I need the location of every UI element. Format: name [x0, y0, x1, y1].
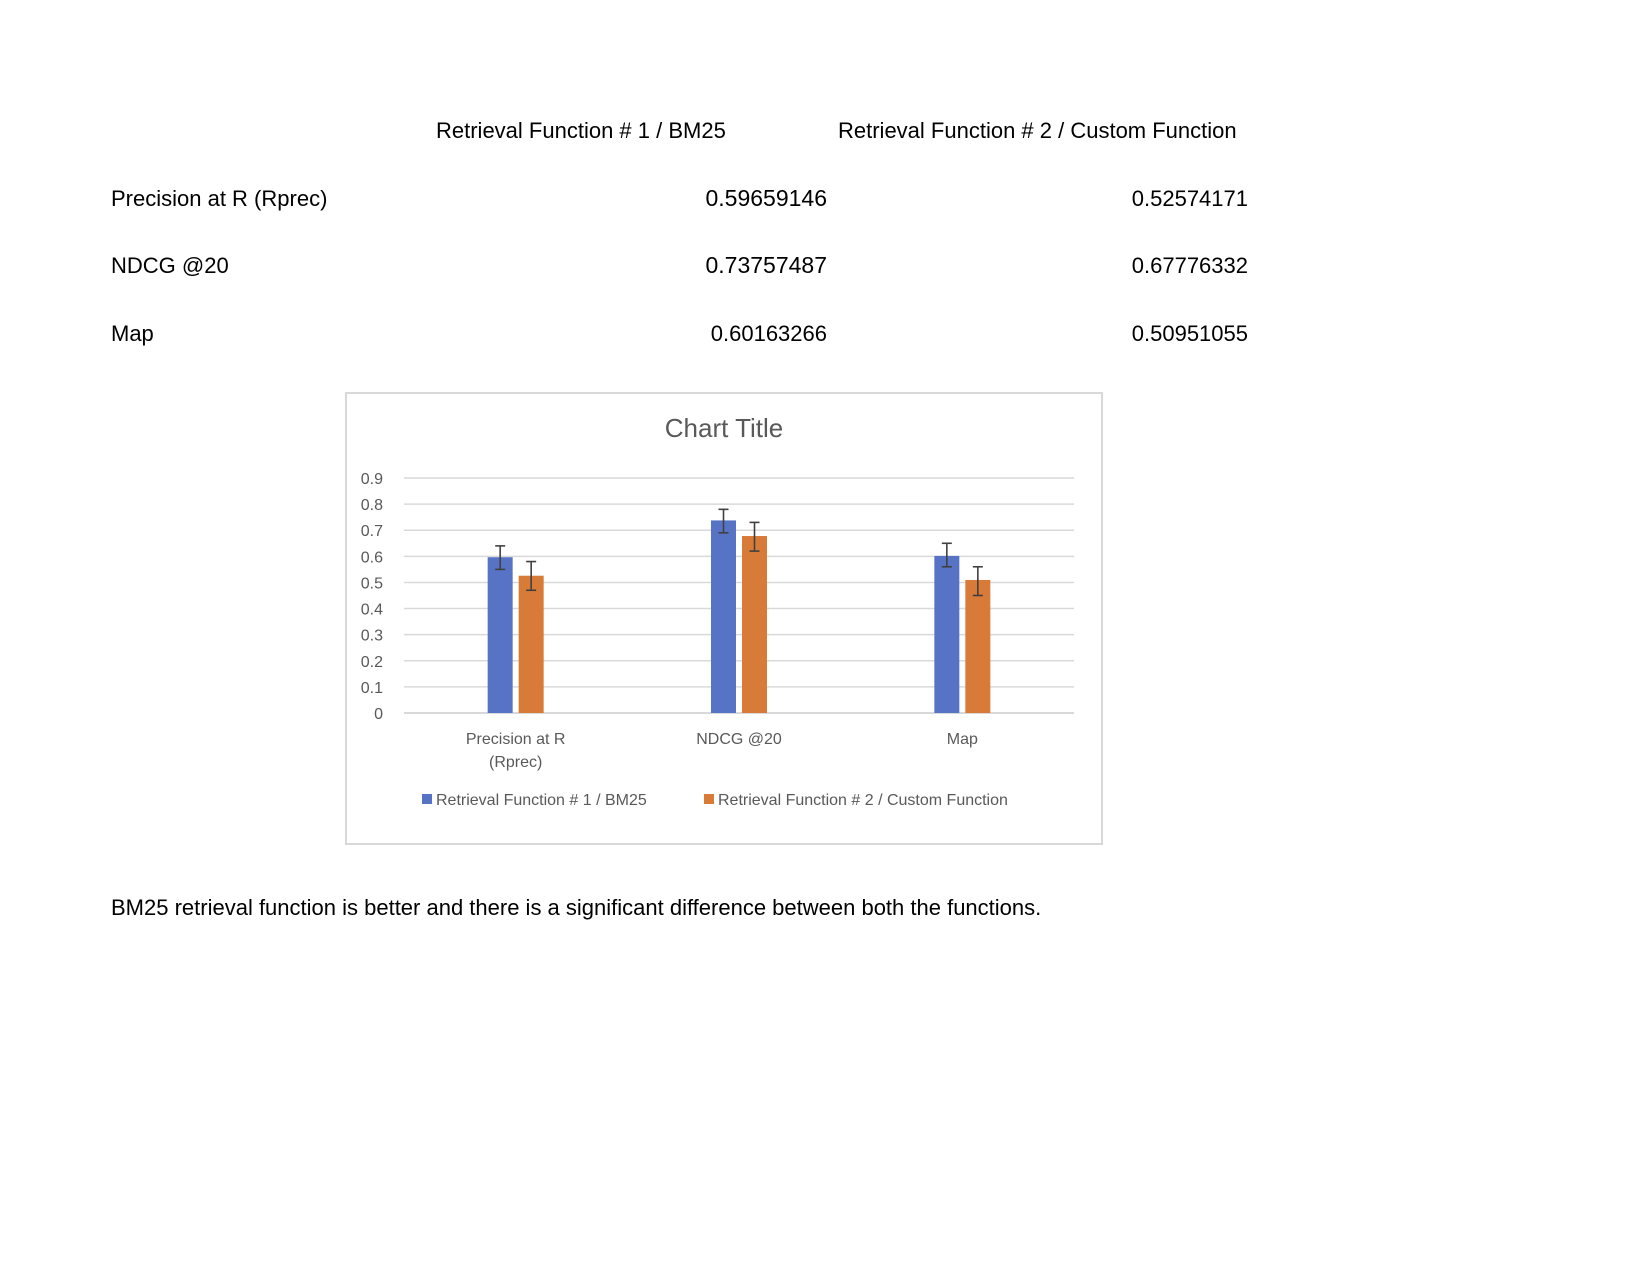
- y-tick-label: 0.7: [361, 523, 383, 540]
- x-tick-label: NDCG @20: [696, 731, 782, 748]
- value-map-bm25: 0.60163266: [710, 321, 827, 346]
- legend-label: Retrieval Function # 2 / Custom Function: [718, 792, 1008, 809]
- bar: [487, 557, 513, 713]
- x-tick-label: (Rprec): [489, 754, 542, 771]
- value-ndcg-bm25: 0.73757487: [705, 252, 827, 278]
- bar-chart: Chart Title 0 0.1 0.2 0.3 0.4 0.5 0.6 0.7 0.8 0.9…: [361, 413, 1074, 809]
- x-tick-label: Precision at R: [466, 731, 566, 748]
- legend-swatch: [704, 794, 714, 804]
- bar: [934, 555, 960, 713]
- y-tick-label: 0.3: [361, 628, 383, 645]
- value-ndcg-custom: 0.67776332: [1131, 253, 1248, 278]
- row-label-rprec: Precision at R (Rprec): [111, 186, 328, 211]
- y-tick-label: 0: [374, 706, 383, 723]
- x-tick-label: Map: [947, 731, 978, 748]
- y-axis-ticks: 0 0.1 0.2 0.3 0.4 0.5 0.6 0.7 0.8 0.9: [361, 471, 383, 723]
- bars: [487, 520, 991, 713]
- column-header-bm25: Retrieval Function # 1 / BM25: [436, 118, 726, 143]
- y-tick-label: 0.4: [361, 602, 383, 619]
- legend: Retrieval Function # 1 / BM25 Retrieval F…: [422, 792, 1008, 809]
- y-tick-label: 0.2: [361, 654, 383, 671]
- chart-title: Chart Title: [665, 413, 784, 443]
- y-tick-label: 0.1: [361, 680, 383, 697]
- y-tick-label: 0.5: [361, 575, 383, 592]
- chart-frame[interactable]: Chart Title 0 0.1 0.2 0.3 0.4 0.5 0.6 0.7 0.8 0.9…: [345, 392, 1103, 845]
- legend-swatch: [422, 794, 432, 804]
- y-tick-label: 0.9: [361, 471, 383, 488]
- value-rprec-bm25: 0.59659146: [705, 185, 827, 211]
- x-axis-labels: Precision at R (Rprec) NDCG @20 Map: [466, 731, 978, 771]
- y-tick-label: 0.6: [361, 549, 383, 566]
- row-label-map: Map: [111, 321, 154, 346]
- value-map-custom: 0.50951055: [1131, 321, 1248, 346]
- y-tick-label: 0.8: [361, 497, 383, 514]
- value-rprec-custom: 0.52574171: [1131, 186, 1248, 211]
- bar: [518, 575, 544, 713]
- conclusion-text: BM25 retrieval function is better and th…: [111, 895, 1042, 920]
- bar: [742, 536, 767, 713]
- legend-label: Retrieval Function # 1 / BM25: [436, 792, 647, 809]
- bar: [965, 579, 991, 713]
- row-label-ndcg: NDCG @20: [111, 253, 229, 278]
- bar: [711, 520, 736, 713]
- column-header-custom: Retrieval Function # 2 / Custom Function: [838, 118, 1237, 143]
